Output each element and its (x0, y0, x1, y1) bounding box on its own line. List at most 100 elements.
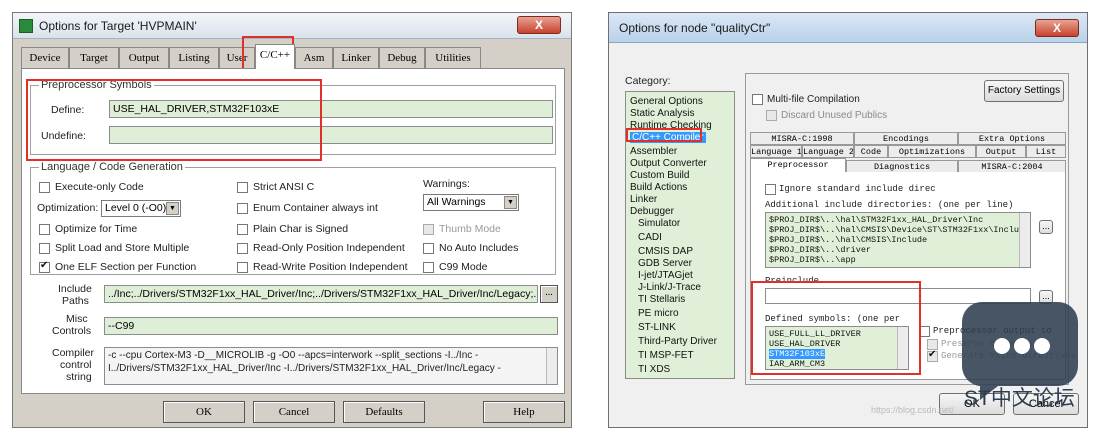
ignore-std-label: Ignore standard include direc (779, 184, 936, 194)
category-item[interactable]: CMSIS DAP (638, 246, 693, 257)
tab-asm[interactable]: Asm (295, 47, 333, 69)
list-item[interactable]: $PROJ_DIR$\..\driver (769, 245, 871, 255)
compiler-string-box[interactable]: -c --cpu Cortex-M3 -D__MICROLIB -g -O0 -… (104, 347, 558, 385)
category-item[interactable]: CADI (638, 232, 662, 243)
tab-debug[interactable]: Debug (379, 47, 425, 69)
tab-target[interactable]: Target (69, 47, 119, 69)
close-button[interactable]: X (1035, 19, 1079, 37)
warnings-select[interactable]: All Warnings ▼ (423, 194, 519, 211)
tab-extra-options[interactable]: Extra Options (958, 132, 1066, 145)
factory-settings-button[interactable]: Factory Settings (984, 80, 1064, 102)
ignore-std-checkbox[interactable] (765, 184, 776, 195)
c-cpp-panel: Preprocessor Symbols Define: USE_HAL_DRI… (21, 68, 565, 394)
chevron-down-icon: ▼ (166, 202, 179, 215)
category-item[interactable]: I-jet/JTAGjet (638, 270, 693, 281)
generate-line-checkbox[interactable] (927, 349, 938, 362)
split-load-checkbox[interactable] (39, 243, 50, 254)
warnings-label: Warnings: (423, 178, 470, 190)
tab-output[interactable]: Output (976, 145, 1026, 158)
category-item[interactable]: TI XDS (638, 364, 670, 375)
category-item[interactable]: Output Converter (630, 158, 707, 169)
keil-options-dialog: Options for Target 'HVPMAIN' X Device Ta… (12, 12, 572, 428)
codegen-group-label: Language / Code Generation (39, 161, 185, 173)
category-item[interactable]: Debugger (630, 206, 674, 217)
tab-language-1[interactable]: Language 1 (750, 145, 802, 158)
category-item[interactable]: PE micro (638, 308, 679, 319)
execute-only-checkbox[interactable] (39, 182, 50, 193)
category-item[interactable]: Assembler (630, 146, 677, 157)
strict-ansi-checkbox[interactable] (237, 182, 248, 193)
split-load-label: Split Load and Store Multiple (55, 242, 190, 254)
ro-pi-checkbox[interactable] (237, 243, 248, 254)
no-auto-includes-checkbox[interactable] (423, 243, 434, 254)
category-item[interactable]: Simulator (638, 218, 680, 229)
discard-unused-label: Discard Unused Publics (781, 110, 888, 121)
list-item[interactable]: $PROJ_DIR$\..\hal\CMSIS\Include (769, 235, 927, 245)
category-item[interactable]: TI Stellaris (638, 294, 685, 305)
category-item[interactable]: GDB Server (638, 258, 692, 269)
plain-char-label: Plain Char is Signed (253, 223, 349, 235)
misc-label: Misc (66, 313, 88, 325)
one-elf-checkbox[interactable] (39, 260, 50, 273)
cancel-button[interactable]: Cancel (253, 401, 335, 423)
tab-language-2[interactable]: Language 2 (802, 145, 854, 158)
discard-unused-checkbox[interactable] (766, 110, 777, 121)
category-item[interactable]: Build Actions (630, 182, 687, 193)
highlight-defined-box (751, 281, 921, 375)
category-item[interactable]: ST-LINK (638, 322, 676, 333)
tab-utilities[interactable]: Utilities (425, 47, 481, 69)
include-dirs-list[interactable]: $PROJ_DIR$\..\hal\STM32F1xx_HAL_Driver\I… (765, 212, 1031, 268)
category-item[interactable]: General Options (630, 96, 703, 107)
tab-code[interactable]: Code (854, 145, 888, 158)
thumb-mode-checkbox[interactable] (423, 224, 434, 235)
compiler-label: Compiler (52, 347, 95, 359)
tab-encodings[interactable]: Encodings (854, 132, 958, 145)
rw-pi-checkbox[interactable] (237, 262, 248, 273)
plain-char-checkbox[interactable] (237, 224, 248, 235)
browse-button[interactable]: ... (540, 285, 558, 303)
rw-pi-label: Read-Write Position Independent (253, 261, 408, 273)
scrollbar[interactable] (546, 348, 557, 384)
tab-linker[interactable]: Linker (333, 47, 379, 69)
c99-mode-checkbox[interactable] (423, 262, 434, 273)
tab-optimizations[interactable]: Optimizations (888, 145, 976, 158)
category-item[interactable]: Third-Party Driver (638, 336, 717, 347)
no-auto-includes-label: No Auto Includes (439, 242, 519, 254)
list-item[interactable]: $PROJ_DIR$\..\hal\CMSIS\Device\ST\STM32F… (769, 225, 1029, 235)
st-forum-watermark: ST中文论坛 (960, 296, 1088, 410)
tab-list[interactable]: List (1026, 145, 1066, 158)
close-button[interactable]: X (517, 16, 561, 34)
misc-controls-field[interactable]: --C99 (104, 317, 558, 335)
list-item[interactable]: $PROJ_DIR$\..\hal\STM32F1xx_HAL_Driver\I… (769, 215, 983, 225)
compiler-line-2: I../Drivers/STM32F1xx_HAL_Driver/Inc -I.… (108, 363, 501, 374)
ok-button[interactable]: OK (163, 401, 245, 423)
defaults-button[interactable]: Defaults (343, 401, 425, 423)
tab-c-cpp[interactable]: C/C++ (255, 44, 295, 69)
category-item[interactable]: TI MSP-FET (638, 350, 694, 361)
category-item[interactable]: Static Analysis (630, 108, 694, 119)
help-button[interactable]: Help (483, 401, 565, 423)
scrollbar[interactable] (1019, 213, 1030, 267)
tab-preprocessor[interactable]: Preprocessor (750, 158, 846, 173)
controls-label: Controls (52, 325, 92, 337)
category-item[interactable]: Custom Build (630, 170, 689, 181)
tab-misra-1998[interactable]: MISRA-C:1998 (750, 132, 854, 145)
optimize-time-checkbox[interactable] (39, 224, 50, 235)
multifile-checkbox[interactable] (752, 94, 763, 105)
include-paths-field[interactable]: ../Inc;../Drivers/STM32F1xx_HAL_Driver/I… (104, 285, 538, 303)
tab-device[interactable]: Device (21, 47, 69, 69)
category-item[interactable]: Linker (630, 194, 657, 205)
optimization-select[interactable]: Level 0 (-O0) ▼ (101, 200, 181, 217)
thumb-mode-label: Thumb Mode (439, 223, 501, 235)
string-label: string (66, 371, 92, 383)
enum-container-checkbox[interactable] (237, 203, 248, 214)
tab-listing[interactable]: Listing (169, 47, 219, 69)
dialog-title: Options for node "qualityCtr" (619, 21, 771, 35)
browse-button[interactable]: ... (1039, 220, 1053, 234)
tab-output[interactable]: Output (119, 47, 169, 69)
highlight-category-box (626, 128, 702, 142)
compiler-line-1: -c --cpu Cortex-M3 -D__MICROLIB -g -O0 -… (108, 350, 479, 361)
list-item[interactable]: $PROJ_DIR$\..\app (769, 255, 856, 265)
category-item[interactable]: J-Link/J-Trace (638, 282, 701, 293)
codegen-group: Language / Code Generation Execute-only … (30, 161, 556, 275)
